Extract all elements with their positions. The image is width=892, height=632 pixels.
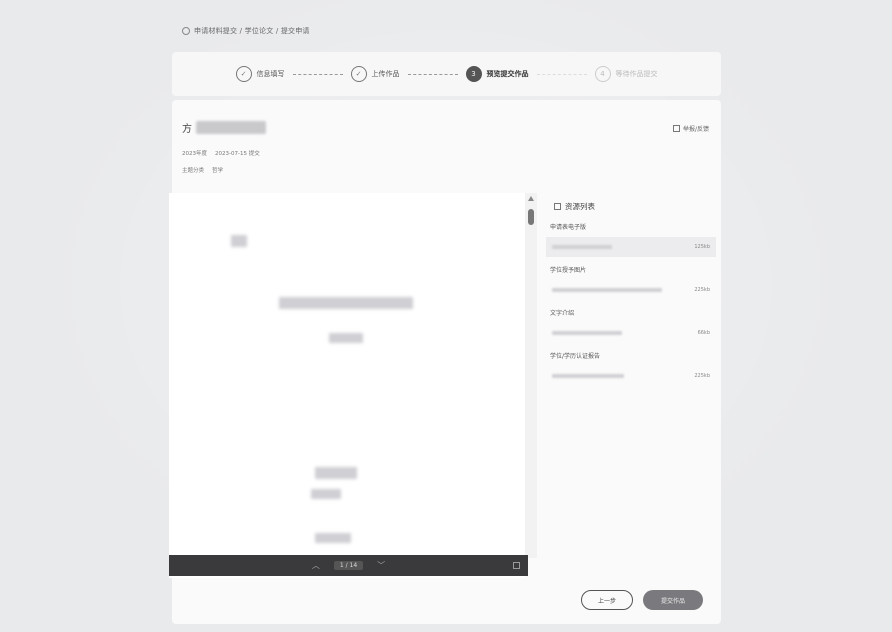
breadcrumb: 申请材料提交 / 学位论文 / 提交申请: [182, 26, 310, 36]
prev-step-button[interactable]: 上一步: [581, 590, 633, 610]
redacted-filename: [552, 288, 662, 292]
file-size: 225kb: [694, 287, 710, 293]
step-1-label: 信息填写: [256, 70, 285, 78]
document-preview[interactable]: [169, 193, 525, 578]
resource-list-header: 资源列表: [538, 193, 721, 212]
meta-category-value: 哲学: [212, 168, 224, 174]
redacted-text: [311, 489, 341, 499]
work-title: 方: [182, 120, 266, 135]
total-pages: 14: [349, 562, 358, 569]
document-toolbar: ︿ 1 / 14 ﹀: [169, 555, 528, 576]
scroll-thumb[interactable]: [528, 209, 534, 225]
file-item[interactable]: 225kb: [546, 280, 716, 300]
step-connector: [407, 73, 458, 75]
chevron-down-icon[interactable]: ﹀: [377, 560, 385, 571]
report-link-label: 举报/反馈: [682, 126, 709, 133]
redacted-text: [315, 533, 351, 543]
step-2-label: 上传作品: [371, 70, 400, 78]
step-3-label: 预览提交作品: [486, 70, 529, 78]
step-connector: [292, 73, 343, 75]
redacted-filename: [552, 245, 612, 249]
work-title-prefix: 方: [182, 124, 192, 135]
section-label: 申请表电子版: [550, 224, 587, 231]
redacted-filename: [552, 331, 622, 335]
redacted-text: [315, 467, 357, 479]
meta-year-value: 2023-07-15 提交: [215, 151, 260, 157]
redacted-logo: [231, 235, 247, 247]
redacted-filename: [552, 374, 624, 378]
fullscreen-icon[interactable]: [513, 562, 520, 569]
file-item[interactable]: 66kb: [546, 323, 716, 343]
list-icon: [554, 203, 561, 210]
step-4: 4 等待作品提交: [594, 66, 658, 82]
meta-row-year: 2023年度 2023-07-15 提交: [182, 149, 260, 157]
page-indicator[interactable]: 1 / 14: [333, 561, 364, 570]
steps-bar: ✓ 信息填写 ✓ 上传作品 3 预览提交作品 4 等待作品提交: [172, 52, 721, 96]
file-size: 125kb: [694, 244, 710, 250]
file-size: 225kb: [694, 373, 710, 379]
document-scrollbar[interactable]: [525, 193, 537, 558]
scroll-up-icon[interactable]: [528, 196, 534, 201]
step-4-label: 等待作品提交: [615, 70, 658, 78]
check-icon: ✓: [350, 66, 367, 82]
resource-list: 资源列表 申请表电子版 125kb 学位授予图片 225kb 文字介绍 66kb…: [538, 193, 721, 553]
meta-year-label: 2023年度: [182, 151, 207, 157]
step-1: ✓ 信息填写: [235, 66, 285, 82]
step-number: 3: [465, 66, 482, 82]
report-link[interactable]: 举报/反馈: [672, 124, 709, 133]
current-page: 1: [339, 562, 344, 569]
step-connector: [536, 73, 587, 75]
file-item[interactable]: 225kb: [546, 366, 716, 386]
check-icon: ✓: [235, 66, 252, 82]
step-2: ✓ 上传作品: [350, 66, 400, 82]
main-panel: 方 举报/反馈 2023年度 2023-07-15 提交 主题分类 哲学 ︿ 1…: [169, 100, 721, 624]
section-label: 文字介绍: [550, 310, 575, 317]
meta-row-category: 主题分类 哲学: [182, 166, 223, 174]
file-size: 66kb: [697, 330, 710, 336]
resource-list-title: 资源列表: [565, 202, 595, 211]
section-label: 学位/学历认证报告: [550, 353, 601, 360]
redacted-heading: [279, 297, 413, 309]
info-icon: [182, 27, 190, 35]
step-number: 4: [594, 66, 611, 82]
section-label: 学位授予图片: [550, 267, 587, 274]
breadcrumb-text: 申请材料提交 / 学位论文 / 提交申请: [194, 27, 310, 35]
redacted-title: [196, 121, 266, 134]
redacted-subheading: [329, 333, 363, 343]
step-3: 3 预览提交作品: [465, 66, 529, 82]
flag-icon: [672, 125, 680, 132]
footer-actions: 上一步 提交作品: [581, 590, 703, 610]
file-item[interactable]: 125kb: [546, 237, 716, 257]
submit-work-button[interactable]: 提交作品: [643, 590, 703, 610]
meta-category-label: 主题分类: [182, 168, 205, 174]
chevron-up-icon[interactable]: ︿: [312, 560, 320, 571]
